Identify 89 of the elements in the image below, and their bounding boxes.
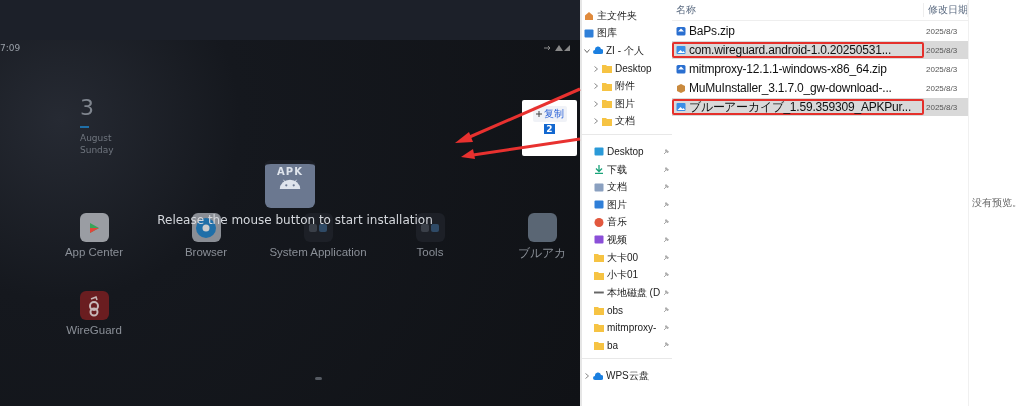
store-icon[interactable] [79,213,109,242]
pin-icon[interactable] [663,272,669,279]
cloud-icon [593,46,603,56]
nav-item[interactable]: Desktop [582,143,672,161]
column-header[interactable]: 修改日期 [924,3,968,17]
archive-icon [676,26,686,36]
nav-item[interactable]: 大卡00 [582,248,672,267]
preview-message: 没有预览。 [971,196,1022,210]
page-indicator [315,377,322,380]
nav-item[interactable]: 图片 [582,195,672,214]
gallery-icon [584,28,594,38]
pin-icon[interactable] [663,342,669,349]
nav-item[interactable]: 音乐 [582,213,672,232]
app-label: WireGuard [66,324,122,336]
date-day: 3 [80,96,94,120]
nav-item[interactable]: 主文件夹 [582,7,672,25]
picture-icon [594,200,604,210]
nav-item[interactable]: 文档 [582,112,672,131]
apk-drag-icon: APK [265,160,315,208]
file-name: ブルーアーカイブ_1.59.359309_APKPur... [689,98,912,116]
date-month: August [80,133,112,143]
app-label: ブルアカ [518,246,566,261]
desktop-icon [594,147,604,157]
nav-item[interactable]: obs [582,301,672,320]
nav-item[interactable]: mitmproxy- [582,319,672,337]
chevron-icon[interactable] [584,373,590,380]
pin-icon[interactable] [663,184,669,191]
image-file-icon [676,102,686,112]
column-header[interactable]: 名称 [672,3,924,17]
document-icon [594,182,604,192]
app-label: System Application [269,246,367,258]
app-label: App Center [64,246,124,258]
chevron-icon[interactable] [584,48,590,54]
count-badge: 2 [544,124,555,134]
file-row[interactable]: MuMuInstaller_3.1.7.0_gw-download-... 2025/8/3 [672,79,968,97]
pin-icon[interactable] [663,236,669,243]
app-artwork-placeholder[interactable] [527,213,557,242]
plus-icon [535,111,542,117]
status-clock: 7:09 [0,43,21,53]
chevron-icon[interactable] [593,100,599,107]
nav-item[interactable]: 附件 [582,77,672,95]
file-name: mitmproxy-12.1.1-windows-x86_64.zip [689,62,887,76]
app-label: Tools [416,246,444,258]
pin-icon[interactable] [663,254,669,261]
video-icon [594,235,604,245]
file-row[interactable]: com.wireguard.android-1.0.20250531... 2025/8/3 [672,41,968,59]
nav-item[interactable]: 图片 [582,94,672,113]
file-name: MuMuInstaller_3.1.7.0_gw-download-... [689,81,892,95]
archive-icon [676,64,686,74]
status-icons [542,44,572,52]
pin-icon[interactable] [663,307,669,314]
nav-item[interactable]: Desktop [582,59,672,78]
chevron-icon[interactable] [593,65,599,72]
file-date: 2025/8/3 [925,26,958,36]
file-row[interactable]: ブルーアーカイブ_1.59.359309_APKPur... 2025/8/3 [672,98,968,116]
pin-icon[interactable] [663,166,669,173]
file-date: 2025/8/3 [925,83,958,93]
home-icon [584,11,594,21]
app-label: Browser [184,246,228,258]
nav-item[interactable]: ZI - 个人 [582,42,672,60]
nav-item[interactable]: 文档 [582,178,672,196]
copy-label: 复制 [532,106,567,122]
pin-icon[interactable] [663,324,669,331]
file-date: 2025/8/3 [925,102,958,112]
date-weekday: Sunday [80,145,114,155]
file-date: 2025/8/3 [925,45,958,55]
chevron-icon[interactable] [593,83,599,90]
nav-item[interactable]: ba [582,336,672,355]
file-date: 2025/8/3 [925,64,958,74]
chevron-icon[interactable] [593,118,599,125]
file-row[interactable]: BaPs.zip 2025/8/3 [672,22,968,40]
nav-item[interactable]: WPS云盘 [582,367,672,385]
file-row[interactable]: mitmproxy-12.1.1-windows-x86_64.zip 2025/8/3 [672,60,968,78]
nav-item[interactable]: 小卡01 [582,266,672,284]
file-name: BaPs.zip [689,24,735,38]
pin-icon[interactable] [663,289,669,296]
nav-item[interactable]: 图库 [582,24,672,43]
download-icon [594,165,604,175]
cloud-icon [593,371,603,381]
package-icon [676,83,686,93]
file-name: com.wireguard.android-1.0.20250531... [689,43,892,57]
pin-icon[interactable] [663,219,669,226]
music-icon [594,217,604,227]
pin-icon[interactable] [663,148,669,155]
pin-icon[interactable] [663,201,669,208]
nav-item[interactable]: 本地磁盘 (D [582,283,672,302]
image-file-icon [676,45,686,55]
nav-item[interactable]: 下载 [582,160,672,179]
nav-item[interactable]: 视频 [582,231,672,249]
